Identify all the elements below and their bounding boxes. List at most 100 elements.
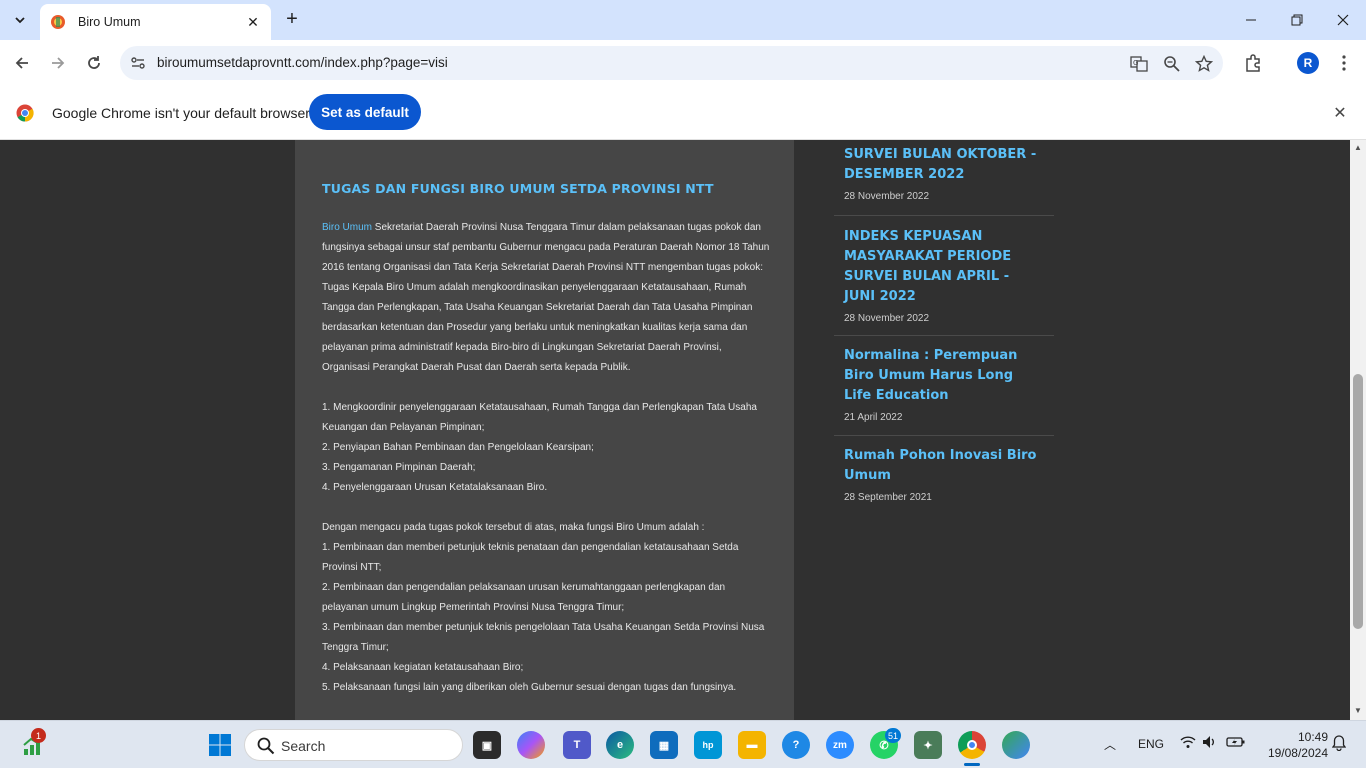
zoom-app-button[interactable]: zm (826, 731, 854, 759)
function-item: 2. Pembinaan dan pengendalian pelaksanaa… (322, 582, 726, 613)
chevron-down-icon (15, 17, 25, 24)
battery-icon[interactable] (1226, 735, 1246, 752)
function-intro: Dengan mengacu pada tugas pokok tersebut… (322, 522, 705, 533)
site-info-icon[interactable] (130, 55, 146, 71)
post-date: 28 September 2021 (844, 492, 932, 503)
scroll-up-icon[interactable]: ▲ (1353, 143, 1363, 153)
volume-icon[interactable] (1202, 735, 1218, 752)
minimize-button[interactable] (1228, 0, 1274, 40)
page-viewport: TUGAS DAN FUNGSI BIRO UMUM SETDA PROVINS… (0, 140, 1366, 720)
myhp-button[interactable]: hp (694, 731, 722, 759)
tab-biro-umum[interactable]: Biro Umum ✕ (40, 4, 271, 40)
svg-text:G: G (1133, 59, 1138, 67)
intro-text: Sekretariat Daerah Provinsi Nusa Tenggar… (322, 222, 770, 273)
minimize-icon (1246, 19, 1256, 21)
chrome-profile-button[interactable] (1002, 731, 1030, 759)
recent-post[interactable]: INDEKS KEPUASAN MASYARAKAT PERIODE SURVE… (834, 216, 1054, 336)
chrome-taskbar-button[interactable] (958, 731, 986, 759)
whatsapp-badge: 51 (885, 728, 902, 743)
duty-item: 3. Pengamanan Pimpinan Daerah; (322, 462, 476, 473)
help-icon: ? (792, 739, 800, 751)
active-app-indicator (964, 763, 980, 766)
biro-umum-link[interactable]: Biro Umum (322, 222, 372, 233)
start-button[interactable] (206, 731, 234, 759)
duty-paragraph: Tugas Kepala Biro Umum adalah mengkoordi… (322, 282, 753, 373)
forward-button[interactable] (44, 49, 72, 77)
scroll-down-icon[interactable]: ▼ (1353, 706, 1363, 716)
recent-posts-sidebar: MASYARAKAT PERIODE SURVEI BULAN OKTOBER … (834, 140, 1054, 503)
url-text[interactable]: biroumumsetdaprovntt.com/index.php?page=… (157, 55, 448, 70)
zoom-app-icon: zm (833, 739, 847, 751)
duty-item: 2. Penyiapan Bahan Pembinaan dan Pengelo… (322, 442, 594, 453)
tray-overflow-icon[interactable]: ︿ (1104, 736, 1116, 753)
back-button[interactable] (8, 49, 36, 77)
tab-close-icon[interactable]: ✕ (245, 14, 261, 31)
recent-post[interactable]: Rumah Pohon Inovasi Biro Umum 28 Septemb… (834, 436, 1054, 503)
intro-paragraph: Biro Umum Sekretariat Daerah Provinsi Nu… (322, 218, 770, 278)
reload-button[interactable] (80, 49, 108, 77)
restore-icon (1291, 14, 1303, 26)
post-title-link[interactable]: Normalina : Perempuan Biro Umum Harus Lo… (844, 346, 1044, 406)
teams-icon: T (573, 739, 581, 751)
copilot-button[interactable] (517, 731, 545, 759)
chrome-icon (967, 740, 977, 750)
search-icon (257, 737, 275, 755)
task-view-button[interactable]: ▣ (473, 731, 501, 759)
game-app-button[interactable]: ✦ (914, 731, 942, 759)
page-scrollbar[interactable]: ▲ ▼ (1350, 140, 1366, 720)
set-as-default-button[interactable]: Set as default (309, 94, 421, 130)
post-title-link[interactable]: INDEKS KEPUASAN MASYARAKAT PERIODE SURVE… (844, 227, 1044, 307)
windows-logo-icon (209, 734, 231, 756)
help-button[interactable]: ? (782, 731, 810, 759)
new-tab-button[interactable]: + (282, 9, 302, 29)
language-indicator[interactable]: ENG (1138, 737, 1164, 751)
clock-date: 19/08/2024 (1267, 746, 1328, 760)
file-explorer-button[interactable]: ▬ (738, 731, 766, 759)
bookmark-star-icon[interactable] (1195, 55, 1213, 73)
function-item: 4. Pelaksanaan kegiatan ketatausahaan Bi… (322, 662, 524, 673)
duty-item: 1. Mengkoordinir penyelenggaraan Ketatau… (322, 402, 757, 433)
infobar-close-icon[interactable]: ✕ (1330, 103, 1350, 123)
forward-arrow-icon (52, 57, 65, 69)
taskbar-clock[interactable]: 10:49 19/08/2024 (1258, 729, 1328, 761)
translate-icon[interactable]: G (1130, 55, 1148, 73)
tab-search-button[interactable] (8, 8, 32, 32)
post-title-link[interactable]: Rumah Pohon Inovasi Biro Umum (844, 446, 1044, 486)
notification-bell-icon[interactable] (1331, 735, 1347, 754)
widgets-badge: 1 (31, 728, 46, 743)
task-view-icon: ▣ (481, 739, 493, 752)
teams-button[interactable]: T (563, 731, 591, 759)
address-bar[interactable]: biroumumsetdaprovntt.com/index.php?page=… (120, 46, 1223, 80)
recent-post[interactable]: Normalina : Perempuan Biro Umum Harus Lo… (834, 336, 1054, 436)
post-title-link[interactable]: MASYARAKAT PERIODE SURVEI BULAN OKTOBER … (844, 140, 1044, 185)
post-date: 28 November 2022 (844, 313, 930, 324)
post-date: 21 April 2022 (844, 412, 903, 423)
profile-avatar[interactable]: R (1297, 52, 1319, 74)
reload-icon (88, 56, 100, 69)
scroll-thumb[interactable] (1353, 374, 1363, 629)
store-button[interactable]: ▦ (650, 731, 678, 759)
function-item: 1. Pembinaan dan memberi petunjuk teknis… (322, 542, 739, 573)
tab-title: Biro Umum (78, 15, 141, 29)
zoom-icon[interactable] (1163, 55, 1181, 73)
taskbar-search-box[interactable]: Search (244, 729, 463, 761)
recent-post[interactable]: MASYARAKAT PERIODE SURVEI BULAN OKTOBER … (834, 140, 1054, 216)
site-favicon-icon (51, 15, 65, 29)
windows-taskbar: 1 Search ▣ T e ▦ hp ▬ ? zm ✆ 51 ✦ ︿ ENG … (0, 720, 1366, 768)
infobar-message: Google Chrome isn't your default browser (52, 105, 310, 121)
restore-button[interactable] (1274, 0, 1320, 40)
extensions-icon[interactable] (1242, 51, 1266, 75)
default-browser-infobar: Google Chrome isn't your default browser… (0, 86, 1366, 140)
post-date: 28 November 2022 (844, 191, 930, 202)
wifi-icon[interactable] (1180, 735, 1196, 752)
article-title: TUGAS DAN FUNGSI BIRO UMUM SETDA PROVINS… (322, 181, 714, 196)
function-item: 5. Pelaksanaan fungsi lain yang diberika… (322, 682, 737, 693)
browser-toolbar: biroumumsetdaprovntt.com/index.php?page=… (0, 40, 1366, 86)
menu-kebab-icon[interactable] (1332, 51, 1356, 75)
myhp-icon: hp (702, 740, 714, 750)
edge-button[interactable]: e (606, 731, 634, 759)
article-panel: TUGAS DAN FUNGSI BIRO UMUM SETDA PROVINS… (295, 140, 794, 720)
close-window-button[interactable] (1320, 0, 1366, 40)
close-icon (1337, 14, 1349, 26)
function-item: 3. Pembinaan dan member petunjuk teknis … (322, 622, 765, 653)
